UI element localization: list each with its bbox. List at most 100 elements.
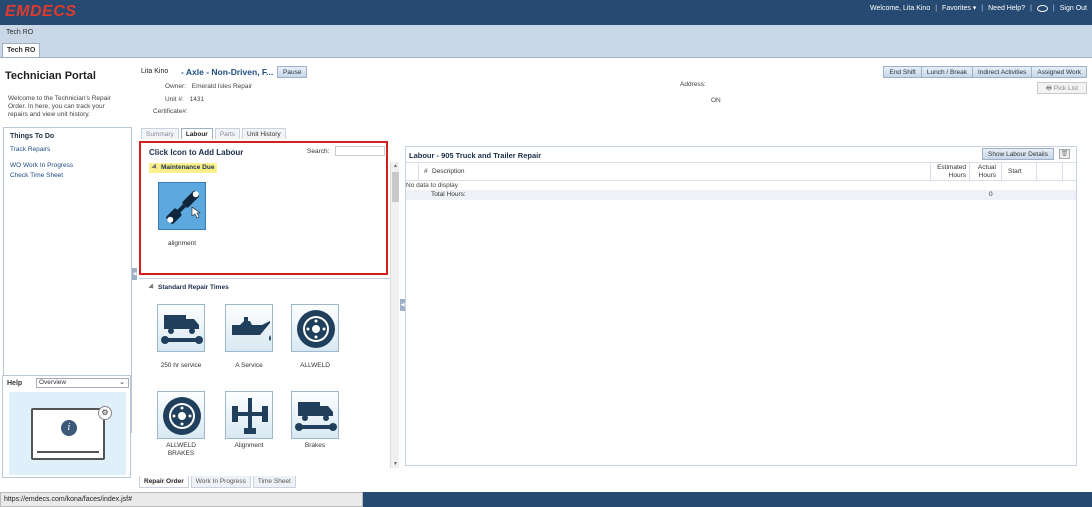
- expand-triangle-icon: [148, 283, 156, 291]
- welcome-text: Welcome, Lita Kino: [870, 4, 931, 12]
- labour-table-panel: Labour - 905 Truck and Trailer Repair Sh…: [405, 146, 1077, 466]
- favorites-menu[interactable]: Favorites ▾: [942, 4, 976, 12]
- tab-labour[interactable]: Labour: [180, 128, 213, 139]
- total-value: 0: [989, 191, 993, 198]
- subtabs: Summary Labour Parts Unit History: [141, 128, 288, 139]
- video-frame: i: [31, 408, 105, 460]
- scroll-up-icon[interactable]: ▲: [393, 163, 398, 169]
- todo-track-repairs[interactable]: Track Repairs: [10, 146, 50, 153]
- standard-repair-section: Standard Repair Times 250 hr service A S…: [139, 278, 390, 468]
- chat-icon[interactable]: [1036, 4, 1048, 12]
- todo-check-time-sheet[interactable]: Check Time Sheet: [10, 172, 63, 179]
- tile-alignment-maintenance[interactable]: alignment: [157, 182, 207, 248]
- divider: |: [1052, 4, 1055, 12]
- video-progress-bar: [37, 451, 99, 453]
- maintenance-due-header[interactable]: Maintenance Due: [149, 163, 218, 173]
- portal-description: Welcome to the Technician's Repair Order…: [8, 95, 111, 118]
- show-labour-details-button[interactable]: Show Labour Details: [982, 148, 1054, 160]
- brake-disc-icon: [157, 391, 205, 439]
- portal-title: Technician Portal: [5, 70, 96, 82]
- col-number[interactable]: #: [424, 168, 428, 176]
- standard-repair-header[interactable]: Standard Repair Times: [148, 283, 229, 291]
- todo-wo-work-in-progress[interactable]: WO Work In Progress: [10, 162, 73, 169]
- tile-allweld-brakes[interactable]: ALLWELD BRAKES: [155, 391, 207, 458]
- labour-title: Labour - 905 Truck and Trailer Repair: [409, 151, 542, 160]
- pause-button[interactable]: Pause: [277, 66, 308, 78]
- col-description[interactable]: Description: [432, 168, 465, 176]
- column-divider: [1062, 162, 1063, 181]
- top-header: EMDECS Welcome, Lita Kino | Favorites ▾ …: [0, 0, 1092, 25]
- component-title: - Axle - Non-Driven, F...: [181, 67, 274, 77]
- tile-label: Alignment: [234, 442, 264, 449]
- chevron-down-icon: ⌄: [119, 379, 125, 386]
- tab-unit-history[interactable]: Unit History: [242, 128, 286, 139]
- help-topic-value: Overview: [39, 379, 67, 386]
- assigned-work-button[interactable]: Assigned Work: [1031, 66, 1087, 78]
- tab-repair-order[interactable]: Repair Order: [139, 476, 189, 488]
- lunch-break-button[interactable]: Lunch / Break: [920, 66, 973, 78]
- tab-summary[interactable]: Summary: [141, 128, 179, 139]
- expand-triangle-icon: [151, 163, 159, 171]
- unit-label: Unit #:: [165, 96, 184, 103]
- tab-time-sheet[interactable]: Time Sheet: [252, 476, 296, 488]
- brake-disc-icon: [291, 304, 339, 352]
- breadcrumb-band: Tech RO: [0, 25, 1092, 43]
- help-topic-select[interactable]: Overview ⌄: [36, 378, 129, 388]
- search-input[interactable]: [335, 146, 385, 156]
- tile-alignment[interactable]: Alignment: [223, 391, 275, 450]
- action-buttons: End Shift Lunch / Break Indirect Activit…: [883, 66, 1087, 78]
- status-url: https://emdecs.com/kona/faces/index.jsf#: [0, 492, 363, 507]
- maintenance-section: Click Icon to Add Labour Search: Mainten…: [139, 140, 390, 276]
- unit-field: Unit #: 1431: [165, 96, 204, 103]
- end-shift-button[interactable]: End Shift: [883, 66, 922, 78]
- divider: |: [1030, 4, 1032, 12]
- scroll-down-icon[interactable]: ▼: [393, 461, 398, 467]
- need-help-link[interactable]: Need Help?: [988, 5, 1025, 12]
- gear-icon: ⚙: [98, 406, 112, 420]
- address-field: Address:: [680, 81, 706, 88]
- owner-label: Owner:: [165, 83, 186, 90]
- search-label: Search:: [307, 148, 330, 155]
- column-divider: [1036, 162, 1037, 181]
- truck-wrench-icon: [291, 391, 339, 439]
- column-divider: [930, 162, 931, 181]
- tab-work-in-progress[interactable]: Work In Progress: [190, 476, 251, 488]
- tile-label: A Service: [235, 362, 263, 369]
- divider: |: [935, 4, 938, 12]
- tab-parts[interactable]: Parts: [214, 128, 241, 139]
- tile-a-service[interactable]: A Service: [223, 304, 275, 370]
- standard-repair-label: Standard Repair Times: [158, 284, 229, 291]
- pick-list-button[interactable]: 🖶 Pick List: [1037, 82, 1087, 94]
- col-start[interactable]: Start: [1008, 168, 1022, 176]
- help-video[interactable]: i ⚙: [9, 392, 126, 475]
- emdecs-logo: EMDECS: [5, 3, 77, 20]
- maintenance-due-label: Maintenance Due: [161, 164, 215, 171]
- column-divider: [1001, 162, 1002, 181]
- tile-brakes[interactable]: Brakes: [289, 391, 341, 450]
- unit-value: 1431: [189, 96, 205, 103]
- sign-out-link[interactable]: Sign Out: [1060, 5, 1087, 12]
- col-estimated-hours[interactable]: Estimated Hours: [932, 164, 966, 180]
- trash-icon[interactable]: 🗑: [1059, 149, 1070, 159]
- owner-value: Emerald Isles Repair: [191, 83, 253, 90]
- pick-list-label: Pick List: [1053, 85, 1079, 92]
- shock-absorber-icon: [158, 182, 206, 230]
- info-icon: i: [61, 420, 77, 436]
- scroll-thumb[interactable]: [392, 172, 399, 202]
- collapse-left-handle[interactable]: ◀: [132, 268, 137, 280]
- col-actual-hours[interactable]: Actual Hours: [972, 164, 996, 180]
- help-panel: Help Overview ⌄ i ⚙: [2, 375, 131, 478]
- tile-label: Brakes: [304, 442, 326, 449]
- total-label: Total Hours:: [431, 191, 466, 198]
- todo-title: Things To Do: [10, 133, 55, 140]
- top-nav: Welcome, Lita Kino | Favorites ▾ | Need …: [870, 4, 1087, 12]
- tile-250-hr-service[interactable]: 250 hr service: [155, 304, 207, 370]
- total-row: Total Hours: 0: [406, 190, 1076, 200]
- empty-message: No data to display: [406, 182, 459, 189]
- tab-tech-ro[interactable]: Tech RO: [2, 43, 41, 57]
- certificate-label: Certificate#:: [153, 108, 188, 115]
- indirect-activities-button[interactable]: Indirect Activities: [971, 66, 1033, 78]
- picker-scrollbar[interactable]: ▲ ▼: [390, 162, 399, 468]
- tile-allweld[interactable]: ALLWELD: [289, 304, 341, 370]
- address-label: Address:: [680, 81, 706, 88]
